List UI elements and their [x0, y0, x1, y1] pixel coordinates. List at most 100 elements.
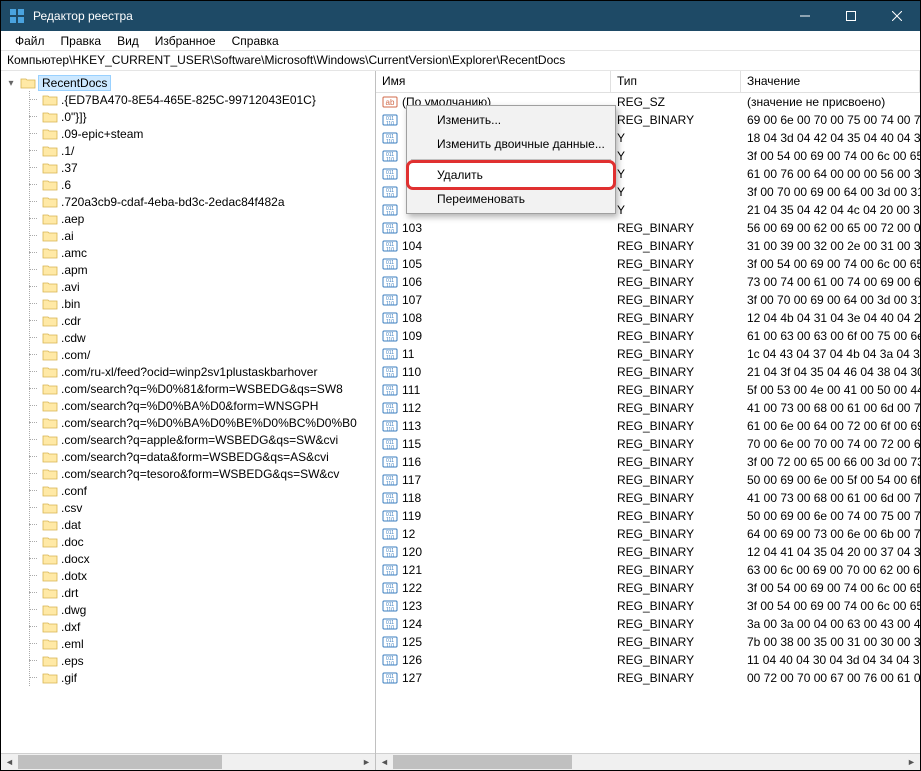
tree-item[interactable]: .com/search?q=data&form=WSBEDG&qs=AS&cvi: [30, 448, 375, 465]
tree-item[interactable]: .cdr: [30, 312, 375, 329]
list-h-scrollbar[interactable]: ◄ ►: [376, 753, 920, 770]
list-row[interactable]: 011110119REG_BINARY50 00 69 00 6e 00 74 …: [376, 507, 920, 525]
menu-file[interactable]: Файл: [7, 32, 53, 50]
tree-item[interactable]: .com/search?q=%D0%BA%D0%BE%D0%BC%D0%B0: [30, 414, 375, 431]
close-button[interactable]: [874, 1, 920, 31]
tree-item[interactable]: .drt: [30, 584, 375, 601]
scroll-left-button[interactable]: ◄: [1, 754, 18, 770]
list-row[interactable]: 011110115REG_BINARY70 00 6e 00 70 00 74 …: [376, 435, 920, 453]
list-row[interactable]: 011110120REG_BINARY12 04 41 04 35 04 20 …: [376, 543, 920, 561]
tree-item[interactable]: .doc: [30, 533, 375, 550]
list-row[interactable]: 011110121REG_BINARY63 00 6c 00 69 00 70 …: [376, 561, 920, 579]
tree-root-label[interactable]: RecentDocs: [39, 76, 110, 90]
list-row[interactable]: 011110106REG_BINARY73 00 74 00 61 00 74 …: [376, 273, 920, 291]
list-row[interactable]: 011110105REG_BINARY3f 00 54 00 69 00 74 …: [376, 255, 920, 273]
list-row[interactable]: 011110127REG_BINARY00 72 00 70 00 67 00 …: [376, 669, 920, 687]
list-row[interactable]: 011110122REG_BINARY3f 00 54 00 69 00 74 …: [376, 579, 920, 597]
tree-item[interactable]: .dat: [30, 516, 375, 533]
list-row[interactable]: 01111011REG_BINARY1c 04 43 04 37 04 4b 0…: [376, 345, 920, 363]
maximize-button[interactable]: [828, 1, 874, 31]
tree-item[interactable]: .aep: [30, 210, 375, 227]
ctx-delete[interactable]: Удалить: [409, 163, 613, 187]
list-row[interactable]: 011110111REG_BINARY5f 00 53 00 4e 00 41 …: [376, 381, 920, 399]
menu-view[interactable]: Вид: [109, 32, 147, 50]
folder-icon: [20, 76, 36, 90]
list-row[interactable]: 011110118REG_BINARY41 00 73 00 68 00 61 …: [376, 489, 920, 507]
list-row[interactable]: 011110123REG_BINARY3f 00 54 00 69 00 74 …: [376, 597, 920, 615]
list-row[interactable]: 011110113REG_BINARY61 00 6e 00 64 00 72 …: [376, 417, 920, 435]
tree-item[interactable]: .ai: [30, 227, 375, 244]
tree-item[interactable]: .eps: [30, 652, 375, 669]
value-name: 126: [402, 653, 422, 667]
svg-text:110: 110: [386, 535, 394, 541]
column-type[interactable]: Тип: [611, 71, 741, 92]
tree-h-scrollbar[interactable]: ◄ ►: [1, 753, 375, 770]
tree-item[interactable]: .com/search?q=%D0%81&form=WSBEDG&qs=SW8: [30, 380, 375, 397]
scroll-right-button[interactable]: ►: [358, 754, 375, 770]
list-row[interactable]: 011110116REG_BINARY3f 00 72 00 65 00 66 …: [376, 453, 920, 471]
menu-help[interactable]: Справка: [224, 32, 287, 50]
list-row[interactable]: 011110125REG_BINARY7b 00 38 00 35 00 31 …: [376, 633, 920, 651]
svg-text:ab: ab: [386, 98, 395, 107]
collapse-icon[interactable]: ▾: [5, 78, 17, 89]
column-name[interactable]: Имя: [376, 71, 611, 92]
list-pane[interactable]: Имя Тип Значение ab(По умолчанию)REG_SZ(…: [376, 71, 920, 770]
column-value[interactable]: Значение: [741, 71, 920, 92]
ctx-rename[interactable]: Переименовать: [409, 187, 613, 211]
list-row[interactable]: 01111012REG_BINARY64 00 69 00 73 00 6e 0…: [376, 525, 920, 543]
tree-item[interactable]: .37: [30, 159, 375, 176]
tree-item[interactable]: .0"}]}: [30, 108, 375, 125]
ctx-edit[interactable]: Изменить...: [409, 108, 613, 132]
list-row[interactable]: 011110126REG_BINARY11 04 40 04 30 04 3d …: [376, 651, 920, 669]
tree-item[interactable]: .1/: [30, 142, 375, 159]
tree-item[interactable]: .csv: [30, 499, 375, 516]
value-name: 12: [402, 527, 415, 541]
titlebar[interactable]: Редактор реестра: [1, 1, 920, 31]
tree-item[interactable]: .com/ru-xl/feed?ocid=winp2sv1plustaskbar…: [30, 363, 375, 380]
menu-edit[interactable]: Правка: [53, 32, 110, 50]
tree-item[interactable]: .cdw: [30, 329, 375, 346]
ctx-edit-binary[interactable]: Изменить двоичные данные...: [409, 132, 613, 156]
tree-item[interactable]: .com/search?q=apple&form=WSBEDG&qs=SW&cv…: [30, 431, 375, 448]
menu-favorites[interactable]: Избранное: [147, 32, 224, 50]
tree-item[interactable]: .dxf: [30, 618, 375, 635]
tree-item[interactable]: .avi: [30, 278, 375, 295]
folder-icon: [42, 518, 58, 532]
list-row[interactable]: 011110112REG_BINARY41 00 73 00 68 00 61 …: [376, 399, 920, 417]
list-row[interactable]: 011110104REG_BINARY31 00 39 00 32 00 2e …: [376, 237, 920, 255]
tree-item[interactable]: .720a3cb9-cdaf-4eba-bd3c-2edac84f482a: [30, 193, 375, 210]
value-name: 123: [402, 599, 422, 613]
list-row[interactable]: 011110117REG_BINARY50 00 69 00 6e 00 5f …: [376, 471, 920, 489]
value-data: 41 00 73 00 68 00 61 00 6d 00 70 0: [741, 490, 920, 506]
tree-item[interactable]: .apm: [30, 261, 375, 278]
list-row[interactable]: 011110107REG_BINARY3f 00 70 00 69 00 64 …: [376, 291, 920, 309]
tree-item[interactable]: .bin: [30, 295, 375, 312]
svg-text:110: 110: [386, 121, 394, 127]
tree-item[interactable]: .6: [30, 176, 375, 193]
list-row[interactable]: 011110124REG_BINARY3a 00 3a 00 04 00 63 …: [376, 615, 920, 633]
tree-item[interactable]: .dwg: [30, 601, 375, 618]
list-row[interactable]: 011110108REG_BINARY12 04 4b 04 31 04 3e …: [376, 309, 920, 327]
tree-item[interactable]: .docx: [30, 550, 375, 567]
list-row[interactable]: 011110110REG_BINARY21 04 3f 04 35 04 46 …: [376, 363, 920, 381]
scroll-right-button[interactable]: ►: [903, 754, 920, 770]
tree-item[interactable]: .com/search?q=tesoro&form=WSBEDG&qs=SW&c…: [30, 465, 375, 482]
minimize-button[interactable]: [782, 1, 828, 31]
scroll-left-button[interactable]: ◄: [376, 754, 393, 770]
address-bar[interactable]: Компьютер\HKEY_CURRENT_USER\Software\Mic…: [1, 51, 920, 71]
tree-item[interactable]: .dotx: [30, 567, 375, 584]
tree-item[interactable]: .amc: [30, 244, 375, 261]
list-row[interactable]: 011110109REG_BINARY61 00 63 00 63 00 6f …: [376, 327, 920, 345]
tree-item[interactable]: .eml: [30, 635, 375, 652]
tree-item-label: .aep: [61, 212, 84, 226]
tree-pane[interactable]: ▾ RecentDocs.{ED7BA470-8E54-465E-825C-997…: [1, 71, 376, 770]
tree-item[interactable]: .conf: [30, 482, 375, 499]
tree-item[interactable]: .com/search?q=%D0%BA%D0&form=WNSGPH: [30, 397, 375, 414]
tree-item[interactable]: .com/: [30, 346, 375, 363]
value-data: 3f 00 54 00 69 00 74 00 6c 00 65 0: [741, 580, 920, 596]
tree-item[interactable]: .09-epic+steam: [30, 125, 375, 142]
tree-item[interactable]: .{ED7BA470-8E54-465E-825C-99712043E01C}: [30, 91, 375, 108]
list-row[interactable]: 011110103REG_BINARY56 00 69 00 62 00 65 …: [376, 219, 920, 237]
svg-text:110: 110: [386, 445, 394, 451]
tree-item[interactable]: .gif: [30, 669, 375, 686]
